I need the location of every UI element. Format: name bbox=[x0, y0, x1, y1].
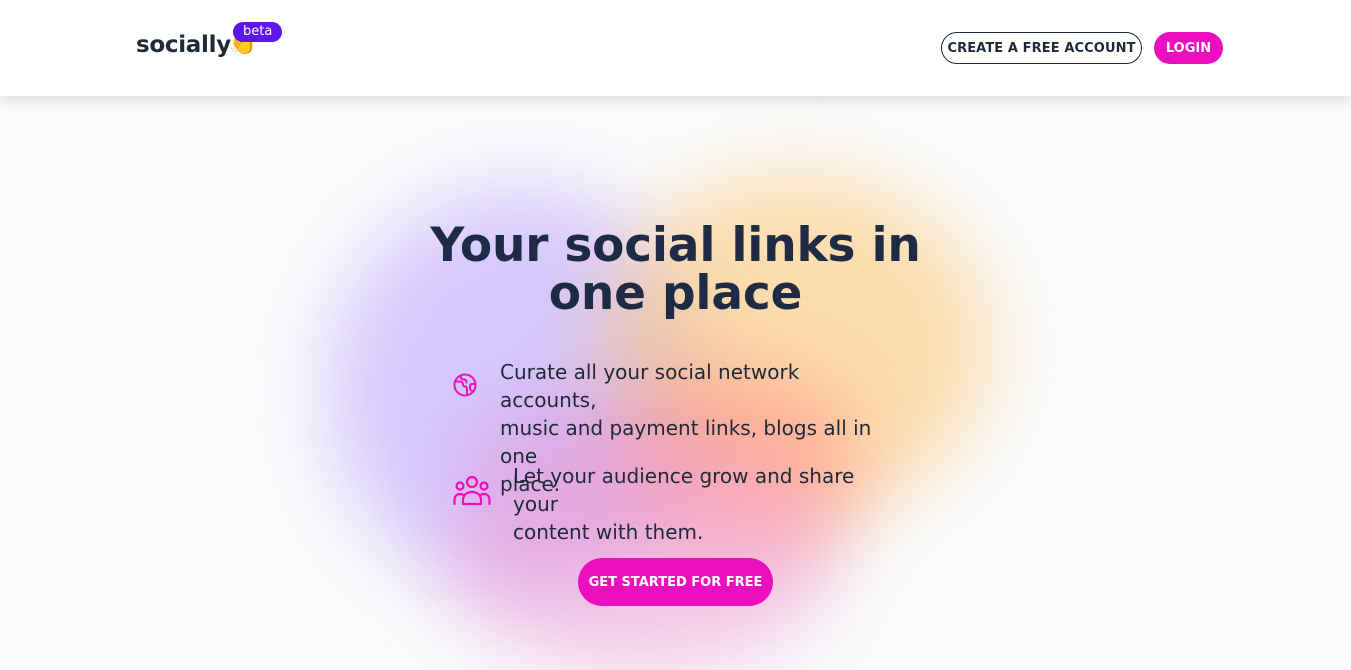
hero-title: Your social links in one place bbox=[420, 222, 931, 318]
hero-title-line1: Your social links in bbox=[430, 218, 920, 273]
users-group-icon bbox=[452, 474, 492, 508]
feature-audience-text: Let your audience grow and share your co… bbox=[513, 462, 883, 546]
globe-icon bbox=[452, 372, 478, 398]
logo[interactable]: socially bbox=[136, 32, 231, 58]
beta-badge: beta bbox=[233, 22, 282, 42]
login-button[interactable]: LOGIN bbox=[1154, 32, 1223, 64]
top-navbar: socially 👏 beta CREATE A FREE ACCOUNT LO… bbox=[0, 0, 1351, 96]
create-account-button[interactable]: CREATE A FREE ACCOUNT bbox=[941, 32, 1142, 64]
hero-title-line2: one place bbox=[549, 266, 802, 321]
get-started-button[interactable]: GET STARTED FOR FREE bbox=[578, 558, 773, 606]
